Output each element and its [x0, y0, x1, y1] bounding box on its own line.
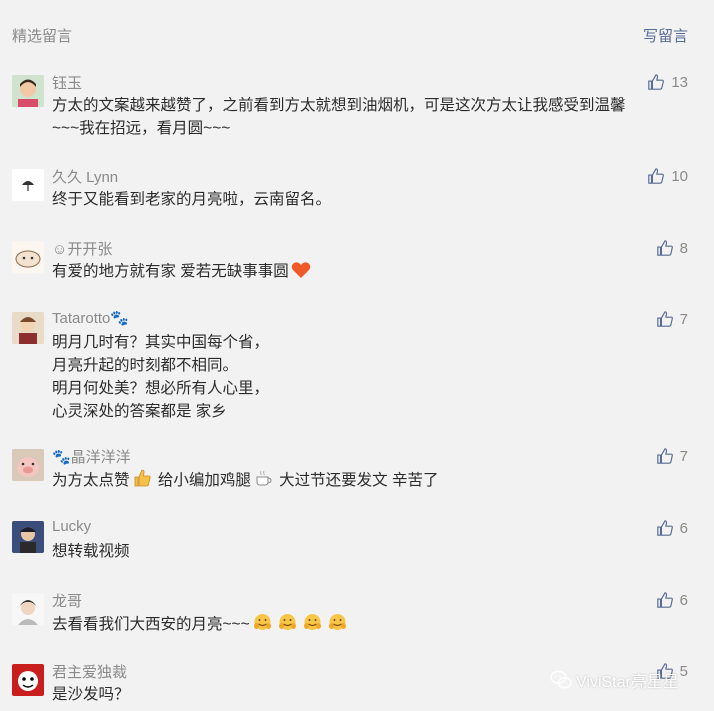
thumbs-up-emoji-icon	[134, 469, 151, 487]
like-count: 7	[679, 447, 688, 465]
like-button[interactable]: 8	[656, 238, 688, 258]
comment-line: ~~~我在招远，看月圆~~~	[52, 120, 231, 137]
hugging-face-icon	[278, 614, 296, 630]
like-button[interactable]: 13	[647, 72, 688, 92]
like-count: 6	[679, 519, 688, 537]
like-count: 6	[679, 591, 688, 609]
avatar[interactable]	[12, 449, 44, 481]
comment-line: 明月几时有？其实中国每个省，	[52, 334, 270, 351]
comment-segment: 给小编加鸡腿	[153, 472, 251, 489]
comment-text: 明月几时有？其实中国每个省， 月亮升起的时刻都不相同。 明月何处美？想必所有人心…	[52, 331, 269, 423]
thumbs-up-icon	[656, 592, 673, 608]
avatar[interactable]	[12, 521, 44, 553]
avatar[interactable]	[12, 241, 44, 273]
avatar[interactable]	[12, 664, 44, 696]
comment-text: 有爱的地方就有家 爱若无缺事事圆	[52, 260, 313, 283]
comment-line: 终于又能看到老家的月亮啦，云南留名。	[52, 191, 332, 208]
comment-text: 想转载视频	[52, 540, 130, 563]
commenter-name[interactable]: 钰玉	[52, 72, 82, 93]
hugging-face-icon	[303, 614, 321, 630]
heart-icon	[291, 262, 311, 278]
commenter-name[interactable]: 🐾晶洋洋洋	[52, 446, 131, 467]
hugging-face-icon	[253, 614, 271, 630]
like-count: 13	[671, 73, 688, 91]
comment-line: 方太的文案越来越赞了，之前看到方太就想到油烟机，可是这次方太让我感受到温馨	[52, 97, 626, 114]
comment-segment: 为方太点赞	[52, 472, 130, 489]
coffee-cup-icon	[256, 470, 272, 486]
hugging-face-icon	[328, 614, 346, 630]
like-button[interactable]: 6	[656, 590, 688, 610]
like-button[interactable]: 7	[656, 446, 688, 466]
wechat-icon	[550, 670, 572, 689]
comment-line: 去看看我们大西安的月亮~~~	[52, 616, 250, 633]
like-count: 8	[679, 239, 688, 257]
comment-line: 心灵深处的答案都是 家乡	[52, 403, 227, 420]
comment-text: 终于又能看到老家的月亮啦，云南留名。	[52, 188, 331, 211]
watermark: ViviStar亮星星	[550, 668, 679, 692]
comments-header: 精选留言 写留言	[0, 0, 714, 60]
avatar[interactable]	[12, 593, 44, 625]
commenter-name[interactable]: ☺开开张	[52, 238, 112, 259]
commenter-name[interactable]: 龙哥	[52, 590, 82, 611]
comment-text: 去看看我们大西安的月亮~~~	[52, 612, 350, 636]
commenter-name[interactable]: 久久 Lynn	[52, 166, 118, 187]
avatar[interactable]	[12, 75, 44, 107]
thumbs-up-icon	[656, 520, 673, 536]
avatar[interactable]	[12, 169, 44, 201]
write-comment-link[interactable]: 写留言	[643, 25, 688, 46]
like-count: 5	[679, 662, 688, 680]
avatar[interactable]	[12, 312, 44, 344]
like-button[interactable]: 10	[647, 166, 688, 186]
thumbs-up-icon	[648, 74, 665, 90]
thumbs-up-icon	[656, 240, 673, 256]
comment-line: 月亮升起的时刻都不相同。	[52, 357, 239, 374]
watermark-text: ViviStar亮星星	[576, 674, 679, 691]
commenter-name[interactable]: 君主爱独裁	[52, 661, 127, 682]
comment-text: 是沙发吗？	[52, 683, 130, 706]
section-title: 精选留言	[12, 28, 73, 45]
comment-text: 为方太点赞 给小编加鸡腿 大过节还要发文 辛苦了	[52, 468, 438, 492]
like-count: 10	[671, 167, 688, 185]
like-count: 7	[679, 310, 688, 328]
like-button[interactable]: 6	[656, 518, 688, 538]
commenter-name[interactable]: Tatarotto🐾	[52, 309, 129, 327]
comment-line: 有爱的地方就有家 爱若无缺事事圆	[52, 263, 289, 280]
thumbs-up-icon	[656, 448, 673, 464]
thumbs-up-icon	[656, 311, 673, 327]
comment-segment: 大过节还要发文 辛苦了	[274, 472, 439, 489]
comment-line: 明月何处美？想必所有人心里，	[52, 380, 270, 397]
comment-text: 方太的文案越来越赞了，之前看到方太就想到油烟机，可是这次方太让我感受到温馨 ~~…	[52, 94, 626, 140]
like-button[interactable]: 7	[656, 309, 688, 329]
commenter-name[interactable]: Lucky	[52, 518, 91, 535]
comment-line: 想转载视频	[52, 543, 130, 560]
comment-line: 是沙发吗？	[52, 686, 130, 703]
thumbs-up-icon	[648, 168, 665, 184]
